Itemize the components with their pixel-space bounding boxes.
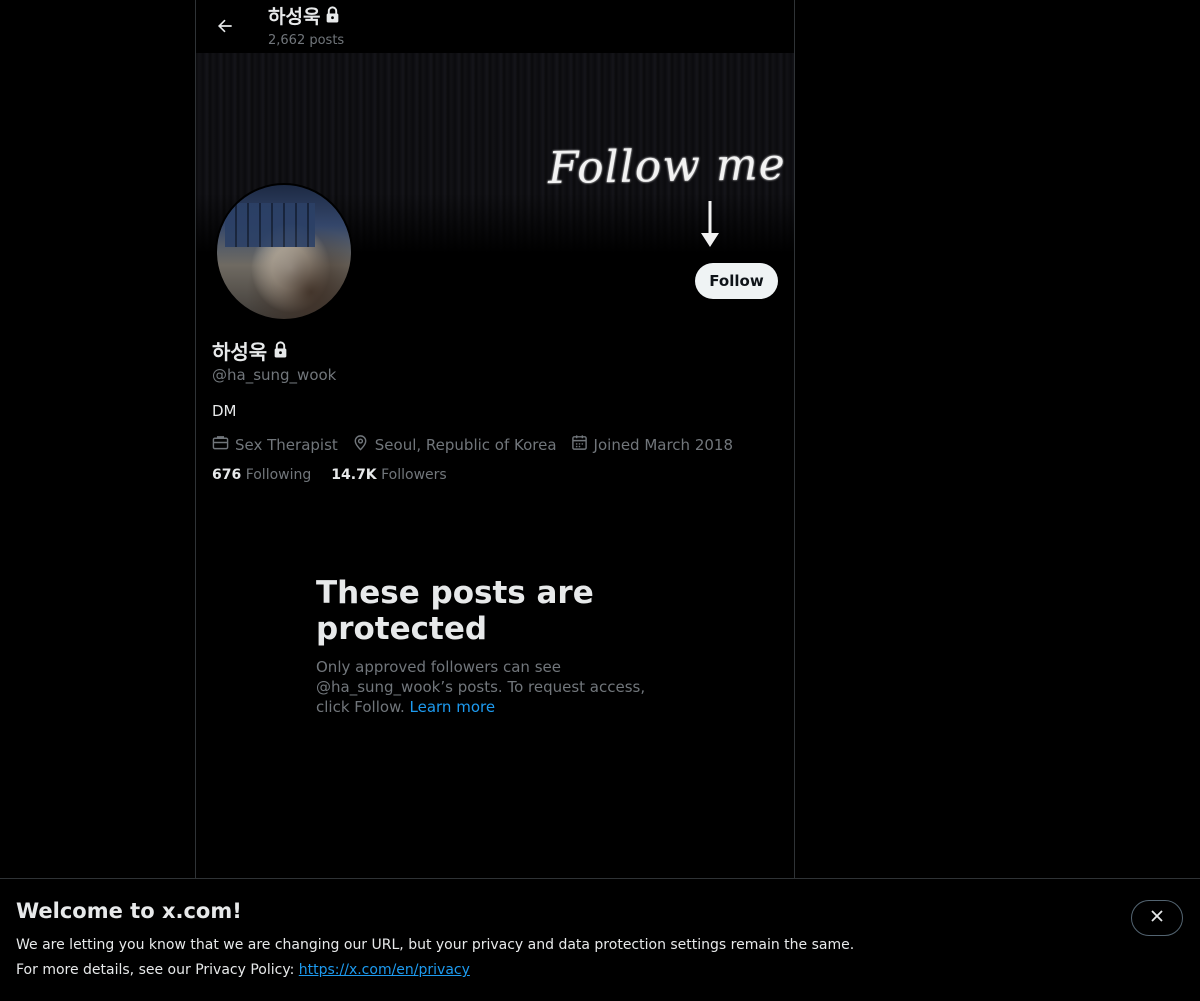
profile-column: 하성욱 2,662 posts Follow me Follow 하성욱 @ha… xyxy=(195,0,795,878)
followers-label: Followers xyxy=(381,467,447,483)
followers-count: 14.7K xyxy=(331,467,377,483)
learn-more-link[interactable]: Learn more xyxy=(410,698,496,716)
followers-link[interactable]: 14.7K Followers xyxy=(331,467,446,483)
profile-handle: @ha_sung_wook xyxy=(212,366,337,384)
meta-profession: Sex Therapist xyxy=(212,434,338,455)
following-label: Following xyxy=(245,467,312,483)
protected-title: These posts are protected xyxy=(316,575,594,647)
arrow-down-icon xyxy=(698,199,722,253)
privacy-details: For more details, see our Privacy Policy… xyxy=(16,962,470,978)
header-name: 하성욱 xyxy=(268,6,321,28)
welcome-message: We are letting you know that we are chan… xyxy=(16,937,855,953)
banner-text: Follow me xyxy=(547,138,787,195)
joined-text: Joined March 2018 xyxy=(593,435,734,454)
location-pin-icon xyxy=(352,434,369,455)
avatar-image-detail xyxy=(225,203,315,247)
protected-description: Only approved followers can see @ha_sung… xyxy=(316,657,676,717)
posts-count: 2,662 posts xyxy=(268,33,345,48)
calendar-icon xyxy=(571,434,588,455)
welcome-banner: Welcome to x.com! We are letting you kno… xyxy=(0,878,1200,1001)
location-text: Seoul, Republic of Korea xyxy=(374,435,557,454)
lock-icon xyxy=(273,339,288,363)
top-header: 하성욱 2,662 posts xyxy=(196,0,794,53)
privacy-policy-link[interactable]: https://x.com/en/privacy xyxy=(299,962,470,978)
profile-meta: Sex Therapist Seoul, Republic of Korea J… xyxy=(212,434,733,455)
avatar[interactable] xyxy=(215,183,353,321)
profile-bio: DM xyxy=(212,402,237,420)
follow-button[interactable]: Follow xyxy=(695,263,778,299)
close-icon xyxy=(1149,908,1165,928)
protected-notice: These posts are protected Only approved … xyxy=(316,575,676,717)
following-link[interactable]: 676 Following xyxy=(212,467,311,483)
briefcase-icon xyxy=(212,434,229,455)
meta-joined: Joined March 2018 xyxy=(571,434,733,455)
privacy-prefix: For more details, see our Privacy Policy… xyxy=(16,962,295,978)
meta-location: Seoul, Republic of Korea xyxy=(352,434,557,455)
back-button[interactable] xyxy=(208,11,242,45)
arrow-left-icon xyxy=(215,16,235,40)
close-banner-button[interactable] xyxy=(1131,900,1183,936)
header-name-row: 하성욱 xyxy=(268,5,340,29)
welcome-title: Welcome to x.com! xyxy=(16,899,242,923)
follow-counts: 676 Following 14.7K Followers xyxy=(212,467,447,483)
profile-name: 하성욱 xyxy=(212,340,268,364)
lock-icon xyxy=(325,5,340,29)
profile-name-row: 하성욱 xyxy=(212,336,288,365)
profession-text: Sex Therapist xyxy=(235,435,338,454)
following-count: 676 xyxy=(212,467,242,483)
